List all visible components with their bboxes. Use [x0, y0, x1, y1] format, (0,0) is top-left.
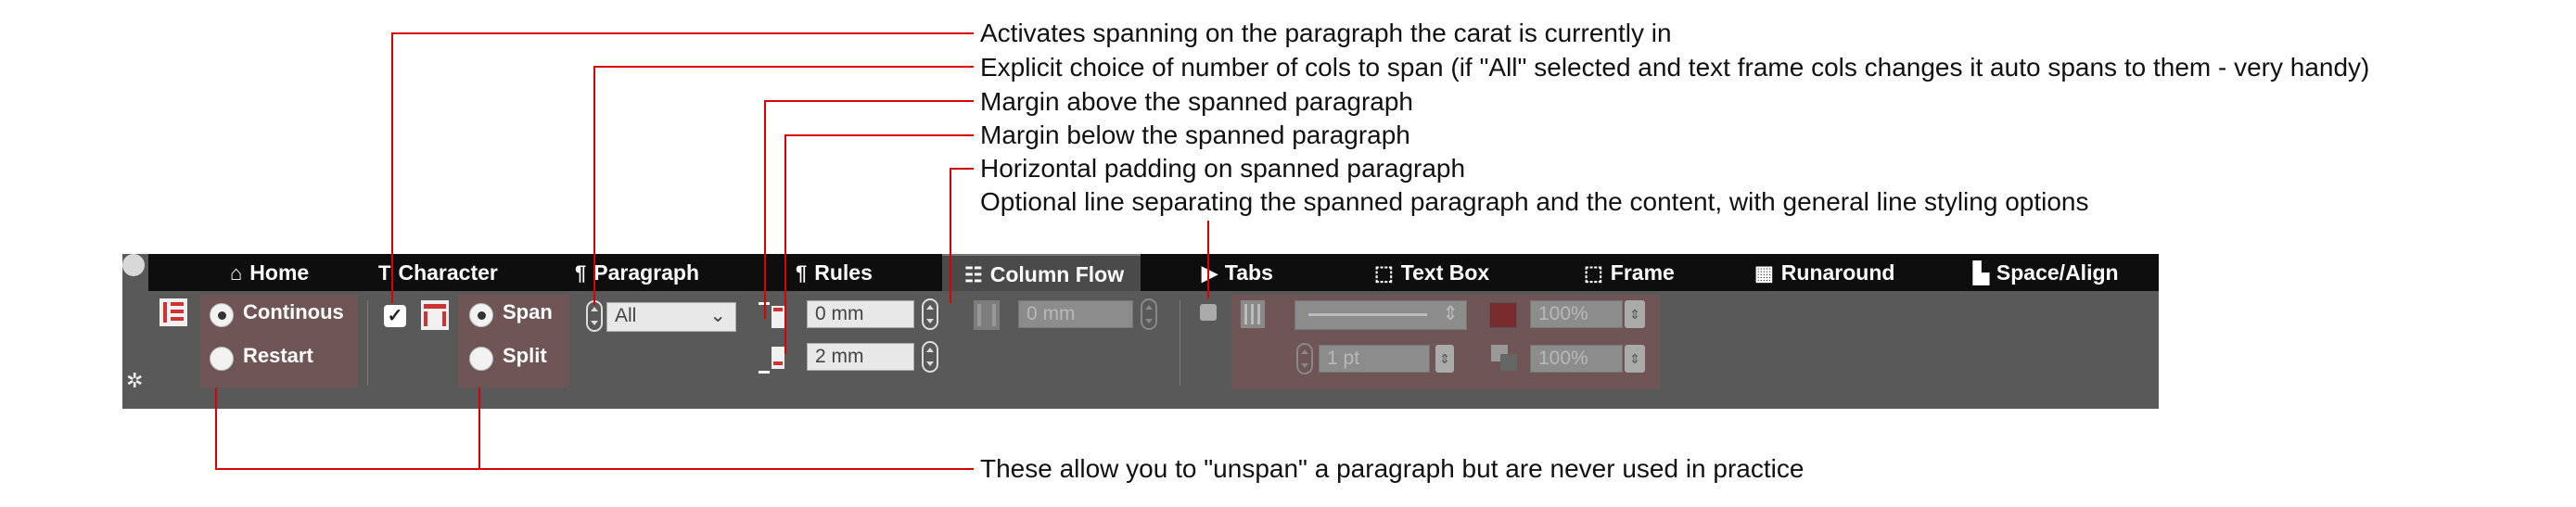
restart-radio[interactable] [210, 347, 234, 371]
leader-columns-horizontal [593, 66, 974, 68]
tab-character[interactable]: T Character [378, 254, 498, 291]
leader-columns-vertical [593, 66, 595, 305]
runaround-icon: ▦ [1754, 261, 1774, 285]
tab-label: Frame [1610, 260, 1675, 285]
annotation-margin-above: Margin above the spanned paragraph [980, 87, 1414, 116]
tab-home[interactable]: ⌂ Home [230, 254, 309, 291]
tab-text-box[interactable]: ⬚ Text Box [1374, 254, 1489, 291]
horizontal-padding-stepper[interactable] [1141, 298, 1157, 330]
tab-tabs[interactable]: ▶ Tabs [1202, 254, 1273, 291]
pilcrow-icon: ¶ [575, 261, 587, 285]
rules-icon: ¶ [796, 261, 808, 285]
leader-padding-vertical [950, 168, 951, 303]
span-checkbox[interactable]: ✓ [384, 305, 406, 327]
continous-radio[interactable] [210, 303, 234, 327]
line-opacity-stepper-1[interactable]: ⇕ [1625, 300, 1645, 328]
annotation-unspan: These allow you to "unspan" a paragraph … [980, 454, 1804, 483]
line-weight-stepper[interactable] [1296, 343, 1313, 374]
gap-color-icon[interactable] [1491, 345, 1517, 371]
columns-select-value: All [615, 305, 637, 326]
paragraph-toolbar: ⌂ Home T Character ¶ Paragraph ¶ Rules ☷ Colu… [122, 254, 2159, 409]
leader-span-toggle-horizontal [391, 32, 974, 34]
tab-label: Column Flow [989, 262, 1125, 286]
tab-label: Space/Align [1996, 260, 2119, 285]
line-style-preview [1308, 313, 1427, 316]
tab-label: Character [398, 260, 498, 285]
line-color-swatch[interactable] [1489, 302, 1517, 328]
line-style-select[interactable]: ⇕ [1294, 300, 1467, 330]
chevron-down-icon: ⌄ [709, 305, 726, 326]
leader-margin-below-vertical [784, 134, 786, 354]
text-box-icon: ⬚ [1374, 261, 1394, 285]
frame-icon: ⬚ [1584, 261, 1603, 285]
section-divider [367, 300, 368, 386]
leader-padding-horizontal [950, 168, 974, 170]
leader-split-vertical [478, 387, 480, 469]
columns-select[interactable]: All ⌄ [606, 302, 736, 332]
leader-unspan-horizontal [215, 468, 974, 470]
line-opacity-field-2[interactable]: 100% [1530, 345, 1623, 373]
margin-above-icon [759, 302, 786, 328]
tab-space-align[interactable]: ▙ Space/Align [1973, 254, 2119, 291]
tabs-icon: ▶ [1202, 261, 1218, 285]
tab-rules[interactable]: ¶ Rules [796, 254, 873, 291]
margin-below-icon [759, 347, 786, 374]
leader-margin-above-horizontal [764, 100, 974, 102]
margin-above-stepper[interactable] [922, 298, 938, 330]
leader-margin-above-vertical [764, 100, 766, 319]
line-opacity-field-1[interactable]: 100% [1530, 300, 1623, 328]
tab-label: Rules [814, 260, 873, 285]
window-control-circle[interactable] [122, 254, 145, 276]
leader-restart-vertical [215, 387, 217, 469]
tab-runaround[interactable]: ▦ Runaround [1754, 254, 1894, 291]
leader-span-toggle-vertical [391, 32, 393, 303]
tab-bar: ⌂ Home T Character ¶ Paragraph ¶ Rules ☷ Colu… [148, 254, 2159, 291]
annotation-columns-choice: Explicit choice of number of cols to spa… [980, 53, 2370, 82]
tab-label: Paragraph [593, 260, 700, 285]
line-weight-field[interactable]: 1 pt [1319, 345, 1430, 373]
span-label: Span [503, 300, 553, 323]
character-icon: T [378, 261, 391, 285]
span-columns-icon [421, 300, 449, 330]
separator-line-icon [1241, 300, 1265, 328]
column-flow-icon: ☷ [964, 263, 983, 286]
line-opacity-stepper-2[interactable]: ⇕ [1625, 345, 1645, 373]
tab-label: Tabs [1224, 260, 1273, 285]
chevron-updown-icon: ⇕ [1442, 303, 1459, 324]
split-radio[interactable] [469, 347, 493, 371]
tab-label: Home [249, 260, 310, 285]
horizontal-padding-field[interactable]: 0 mm [1018, 300, 1133, 328]
annotation-separator-line: Optional line separating the spanned par… [980, 187, 2089, 216]
margin-above-field[interactable]: 0 mm [807, 300, 914, 328]
margin-below-field[interactable]: 2 mm [807, 343, 914, 371]
split-label: Split [503, 344, 547, 367]
home-icon: ⌂ [230, 261, 243, 285]
gear-icon[interactable]: ✲ [126, 369, 143, 393]
horizontal-padding-icon [974, 300, 1000, 330]
leader-separator-line [1207, 221, 1209, 298]
restart-label: Restart [243, 344, 313, 367]
space-align-icon: ▙ [1973, 261, 1989, 285]
tab-label: Text Box [1400, 260, 1490, 285]
column-flow-section-icon [159, 298, 187, 326]
span-radio[interactable] [469, 303, 493, 327]
annotation-margin-below: Margin below the spanned paragraph [980, 120, 1410, 149]
tab-frame[interactable]: ⬚ Frame [1584, 254, 1675, 291]
leader-margin-below-horizontal [784, 134, 974, 136]
annotation-horizontal-padding: Horizontal padding on spanned paragraph [980, 154, 1466, 183]
continous-label: Continous [243, 300, 344, 323]
tab-label: Runaround [1780, 260, 1895, 285]
columns-stepper[interactable] [586, 300, 603, 332]
line-weight-menu[interactable]: ⇕ [1435, 345, 1454, 373]
separator-line-checkbox[interactable] [1200, 304, 1217, 321]
tab-column-flow[interactable]: ☷ Column Flow [942, 254, 1141, 291]
margin-below-stepper[interactable] [922, 341, 938, 373]
annotation-span-toggle: Activates spanning on the paragraph the … [980, 19, 1672, 47]
